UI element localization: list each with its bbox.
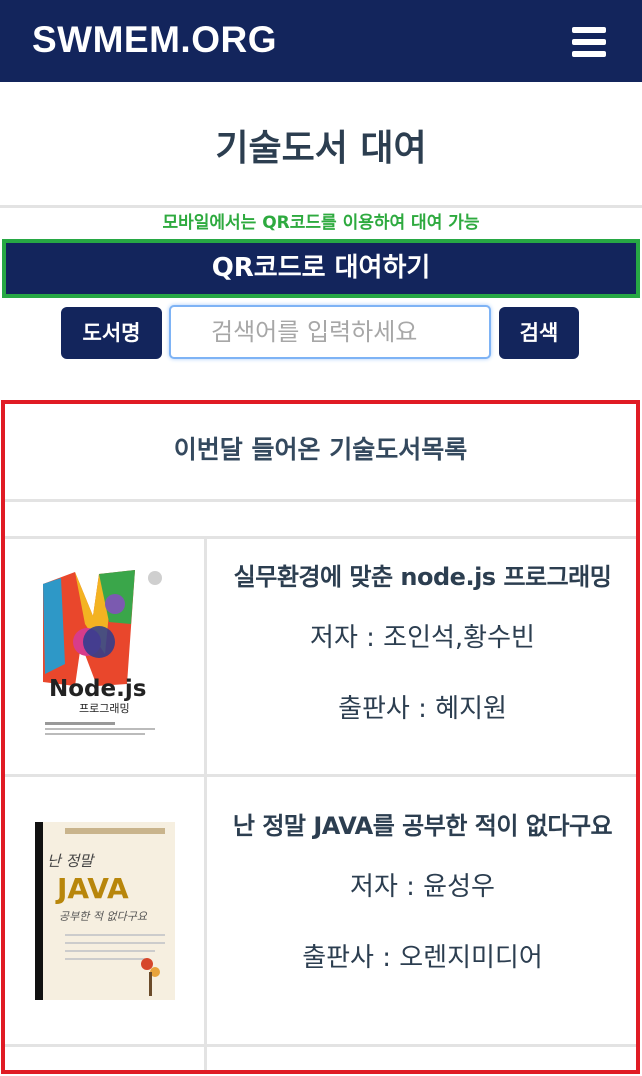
page-title: 기술도서 대여 [215,128,427,169]
divider [0,205,642,208]
book-publisher: 출판사 : 오렌지미디어 [302,943,543,973]
column-divider [204,536,207,1070]
search-type-dropdown[interactable]: 도서명 [61,307,162,359]
book-author: 저자 : 조인석,황수빈 [310,623,535,653]
cover-title-text: Node.js [49,676,146,702]
mobile-qr-note: 모바일에서는 QR코드를 이용하여 대여 가능 [162,213,480,233]
books-section-heading: 이번달 들어온 기술도서목록 [5,404,636,502]
row-divider [5,774,636,777]
book-title[interactable]: 난 정말 JAVA를 공부한 적이 없다구요 [210,811,635,841]
search-input[interactable] [169,305,491,359]
cover-bottom-text: 공부한 적 없다구요 [59,910,148,923]
cover-title-text: JAVA [55,872,129,905]
book-title[interactable]: 실무환경에 맞춘 node.js 프로그래밍 [210,562,635,592]
hamburger-icon[interactable] [566,24,612,60]
book-cover-nodejs[interactable]: Node.js 프로그래밍 [35,564,175,742]
site-logo[interactable]: SWMEM.ORG [32,18,277,62]
top-navbar: SWMEM.ORG [0,0,642,82]
cover-subtitle-text: 프로그래밍 [79,702,130,715]
row-divider [5,1044,636,1047]
new-books-panel: 이번달 들어온 기술도서목록 Node.js 프로그래밍 실무환경에 맞춘 no… [1,400,640,1074]
book-publisher: 출판사 : 혜지원 [338,694,507,724]
qr-rent-button[interactable]: QR코드로 대여하기 [2,239,640,298]
book-cover-java[interactable]: 난 정말 JAVA 공부한 적 없다구요 [35,822,175,1000]
book-info: 실무환경에 맞춘 node.js 프로그래밍 저자 : 조인석,황수빈 출판사 … [210,562,635,726]
cover-top-text: 난 정말 [47,852,95,870]
book-author: 저자 : 윤성우 [350,872,495,902]
table-spacer-row [5,502,636,539]
search-button[interactable]: 검색 [499,307,579,359]
book-info: 난 정말 JAVA를 공부한 적이 없다구요 저자 : 윤성우 출판사 : 오렌… [210,811,635,975]
